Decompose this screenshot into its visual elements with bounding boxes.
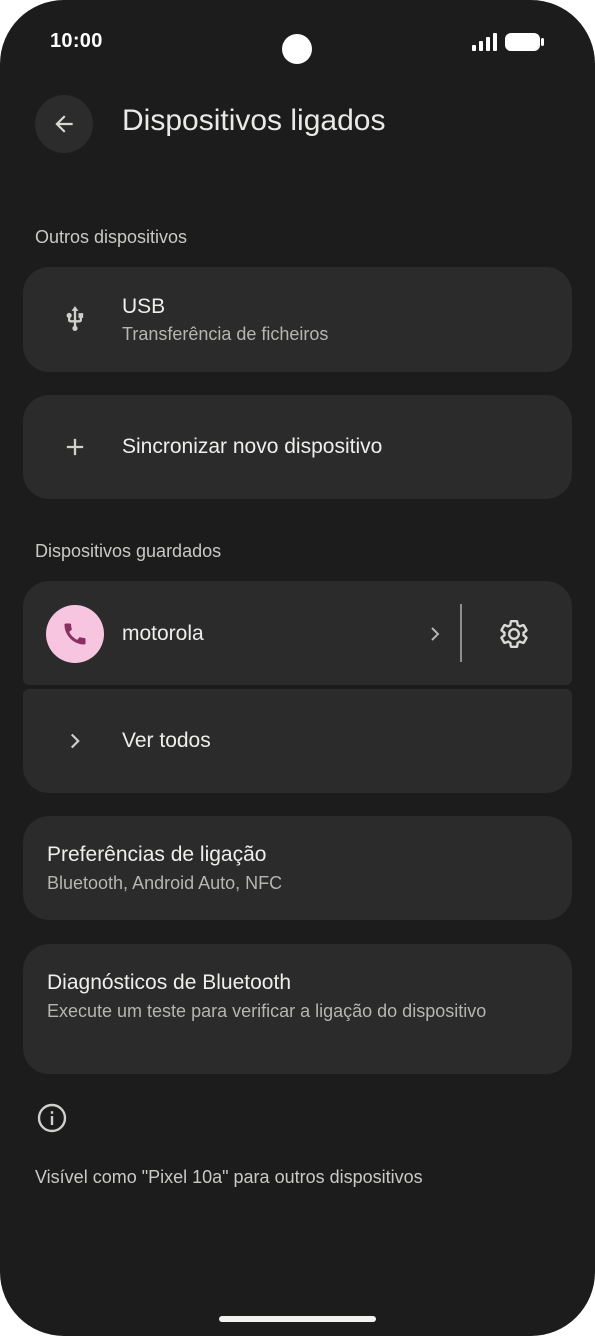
- phone-screen: 10:00 Dispositivos ligados Outros dispos…: [0, 0, 595, 1336]
- camera-cutout: [282, 34, 312, 64]
- chevron-right-small-icon: [431, 627, 440, 641]
- connection-preferences-title: Preferências de ligação: [47, 843, 267, 866]
- battery-icon: [505, 33, 544, 51]
- see-all-item[interactable]: [23, 689, 572, 793]
- usb-title: USB: [122, 295, 166, 318]
- phone-icon: [64, 623, 86, 645]
- chevron-right-icon: [70, 733, 80, 749]
- connection-preferences-item[interactable]: [23, 816, 572, 920]
- status-time: 10:00: [50, 30, 103, 52]
- info-icon: [37, 1103, 67, 1133]
- saved-device-name: motorola: [122, 622, 204, 645]
- home-indicator[interactable]: [219, 1316, 376, 1322]
- plus-icon: [66, 438, 84, 456]
- signal-icon: [472, 33, 497, 51]
- section-title-other-devices: Outros dispositivos: [35, 227, 188, 247]
- bluetooth-diagnostics-title: Diagnósticos de Bluetooth: [47, 971, 291, 994]
- section-title-saved-devices: Dispositivos guardados: [35, 541, 222, 561]
- usb-item[interactable]: [23, 267, 572, 372]
- gear-icon: [500, 620, 528, 648]
- status-bar: 10:00: [0, 0, 595, 90]
- page-title: Dispositivos ligados: [122, 104, 386, 137]
- usb-subtitle: Transferência de ficheiros: [122, 324, 329, 344]
- usb-icon: [66, 306, 84, 331]
- device-settings-button[interactable]: [489, 609, 539, 659]
- visibility-text: Visível como "Pixel 10a" para outros dis…: [35, 1167, 423, 1187]
- bluetooth-diagnostics-subtitle: Execute um teste para verificar a ligaçã…: [47, 1001, 487, 1021]
- pair-new-device-label: Sincronizar novo dispositivo: [122, 435, 383, 458]
- see-all-icon-slot: [47, 713, 103, 769]
- connection-preferences-subtitle: Bluetooth, Android Auto, NFC: [47, 873, 283, 893]
- vertical-divider: [460, 604, 462, 662]
- back-button[interactable]: [35, 95, 93, 153]
- see-all-label: Ver todos: [122, 729, 211, 752]
- device-avatar: [46, 605, 104, 663]
- arrow-back-icon: [55, 115, 73, 133]
- usb-icon-slot: [47, 291, 103, 347]
- plus-icon-slot: [47, 419, 103, 475]
